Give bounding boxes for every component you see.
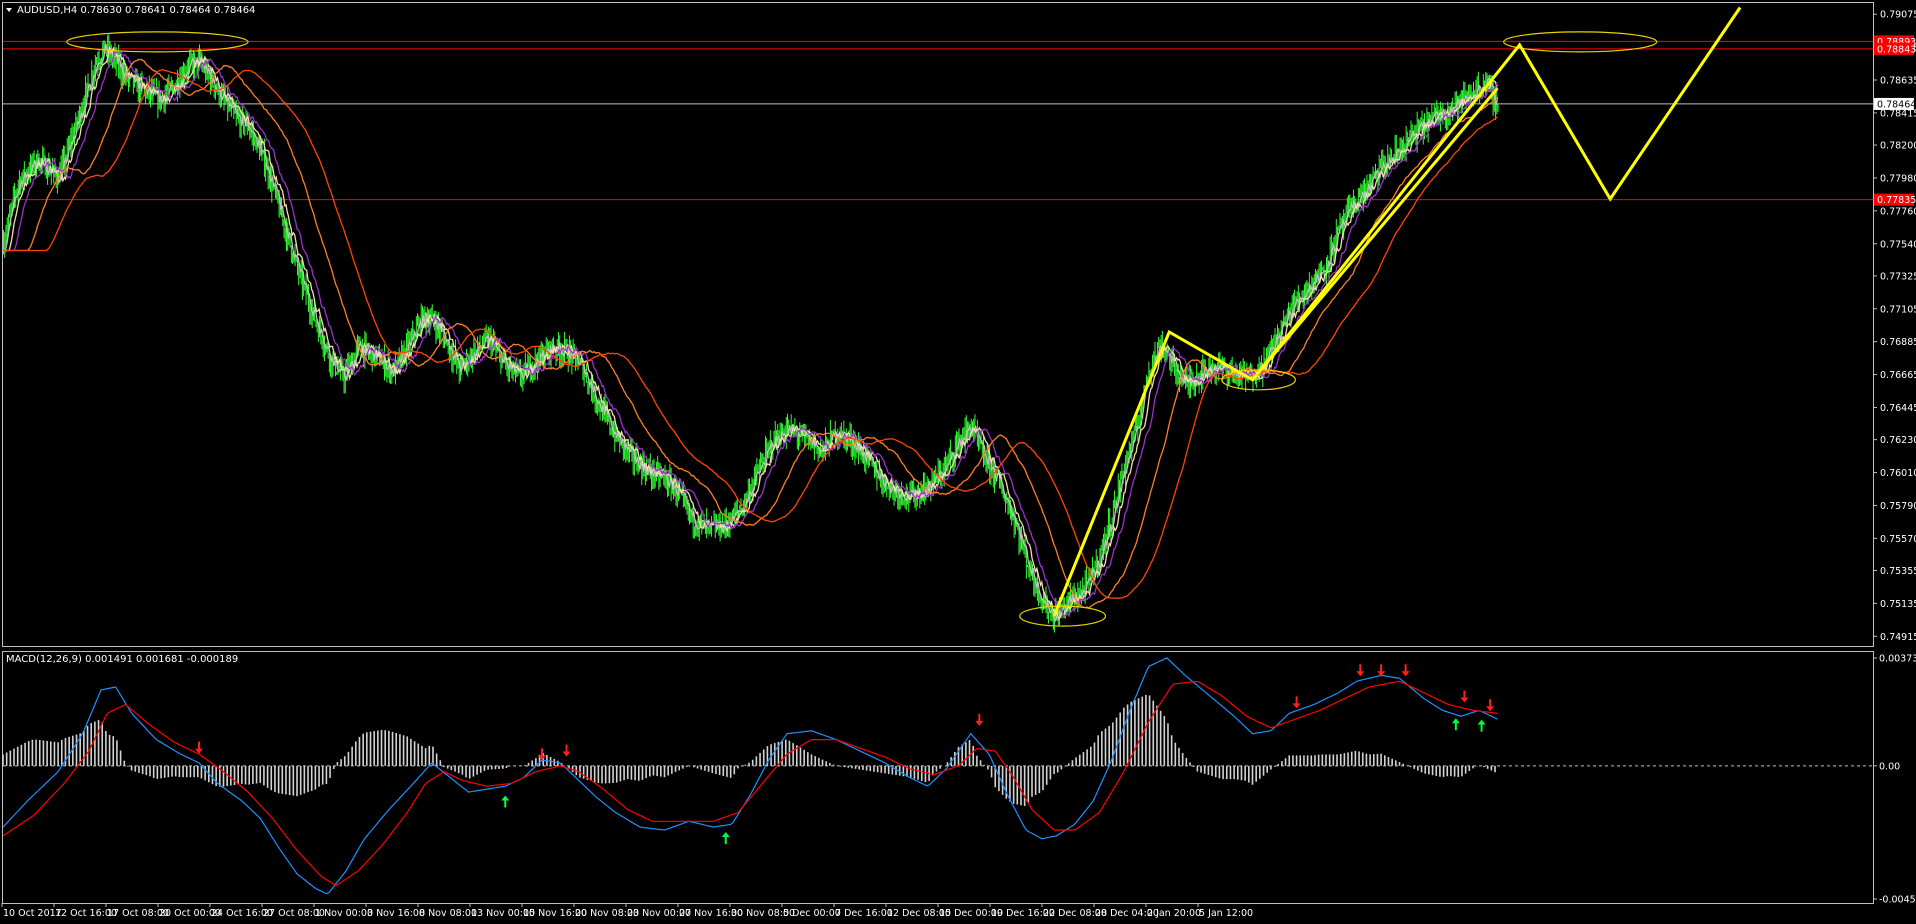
y-tick-label: 0.77540 xyxy=(1880,239,1916,250)
y-tick-label: 0.76665 xyxy=(1880,370,1916,381)
x-tick-label: 7 Dec 16:00 xyxy=(835,908,893,919)
macd-y-tick-label: 0.00 xyxy=(1879,761,1900,772)
y-tick-label: 0.78635 xyxy=(1880,76,1916,87)
y-tick-label: 0.78200 xyxy=(1880,141,1916,152)
y-tick-label: 0.75570 xyxy=(1880,534,1916,545)
x-tick-label: 8 Nov 08:00 xyxy=(419,908,477,919)
x-tick-label: 1 Nov 00:00 xyxy=(315,908,373,919)
macd-header: MACD(12,26,9) 0.001491 0.001681 -0.00018… xyxy=(6,654,238,665)
level-price-label: 0.78464 xyxy=(1877,99,1916,110)
y-tick-label: 0.76885 xyxy=(1880,337,1916,348)
x-tick-label: 10 Oct 2017 xyxy=(3,908,62,919)
y-tick-label: 0.77760 xyxy=(1880,206,1916,217)
y-tick-label: 0.79075 xyxy=(1880,10,1916,21)
macd-y-tick-label: -0.004588 xyxy=(1879,895,1916,906)
level-price-label: 0.78843 xyxy=(1877,44,1916,55)
y-tick-label: 0.75355 xyxy=(1880,566,1916,577)
trading-chart[interactable]: 0.0037320.00-0.004588 0.790750.788550.78… xyxy=(0,0,1916,924)
y-tick-label: 0.77105 xyxy=(1880,304,1916,315)
y-tick-label: 0.74915 xyxy=(1880,632,1916,643)
level-price-label: 0.77835 xyxy=(1877,195,1916,206)
y-tick-label: 0.76230 xyxy=(1880,435,1916,446)
y-tick-label: 0.76010 xyxy=(1880,468,1916,479)
symbol-header: AUDUSD,H4 0.78630 0.78641 0.78464 0.7846… xyxy=(17,5,255,16)
y-tick-label: 0.77980 xyxy=(1880,173,1916,184)
y-tick-label: 0.77325 xyxy=(1880,271,1916,282)
x-tick-label: 5 Dec 00:00 xyxy=(783,908,841,919)
x-tick-label: 2 Jan 20:00 xyxy=(1147,908,1201,919)
macd-y-tick-label: 0.003732 xyxy=(1879,654,1916,665)
chart-background xyxy=(0,0,1916,924)
x-tick-label: 3 Nov 16:00 xyxy=(367,908,425,919)
y-tick-label: 0.75135 xyxy=(1880,599,1916,610)
y-tick-label: 0.75790 xyxy=(1880,501,1916,512)
y-tick-label: 0.76445 xyxy=(1880,403,1916,414)
x-tick-label: 5 Jan 12:00 xyxy=(1199,908,1253,919)
